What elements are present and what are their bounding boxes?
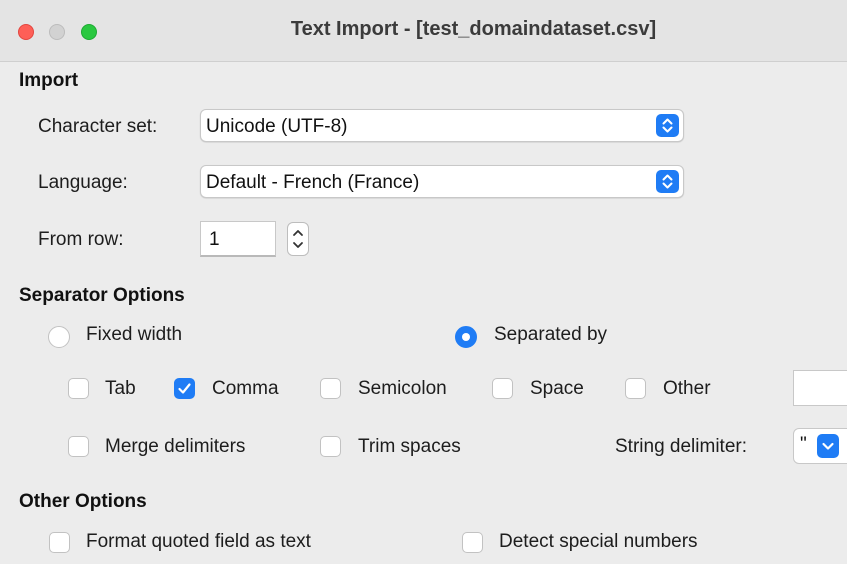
other-label[interactable]: Other [663, 378, 711, 400]
character-set-label: Character set: [38, 116, 158, 137]
fixed-width-radio[interactable] [48, 326, 70, 348]
trim-spaces-checkbox[interactable] [320, 436, 341, 457]
import-heading: Import [19, 70, 79, 91]
chevron-down-icon[interactable] [817, 434, 839, 458]
stepper-arrows-icon [293, 230, 303, 248]
semicolon-label[interactable]: Semicolon [358, 378, 447, 400]
from-row-value: 1 [209, 229, 220, 250]
semicolon-checkbox[interactable] [320, 378, 341, 399]
merge-delimiters-label[interactable]: Merge delimiters [105, 436, 245, 458]
tab-checkbox[interactable] [68, 378, 89, 399]
merge-delimiters-checkbox[interactable] [68, 436, 89, 457]
other-options-heading: Other Options [19, 491, 147, 512]
checkmark-icon [178, 383, 191, 394]
comma-checkbox[interactable] [174, 378, 195, 399]
from-row-stepper[interactable] [287, 222, 309, 256]
comma-label[interactable]: Comma [212, 378, 279, 400]
space-checkbox[interactable] [492, 378, 513, 399]
fixed-width-label[interactable]: Fixed width [86, 324, 182, 346]
select-updown-icon [656, 114, 679, 137]
minimize-window-button[interactable] [49, 24, 65, 40]
tab-label[interactable]: Tab [105, 378, 136, 400]
language-value: Default - French (France) [206, 172, 420, 193]
format-quoted-field-label[interactable]: Format quoted field as text [86, 531, 311, 553]
string-delimiter-label: String delimiter: [615, 436, 747, 457]
character-set-select[interactable]: Unicode (UTF-8) [200, 109, 684, 142]
text-import-dialog: Text Import - [test_domaindataset.csv] I… [0, 0, 847, 564]
language-select[interactable]: Default - French (France) [200, 165, 684, 198]
other-checkbox[interactable] [625, 378, 646, 399]
zoom-window-button[interactable] [81, 24, 97, 40]
string-delimiter-combo[interactable]: " [793, 428, 847, 464]
other-separator-input[interactable] [793, 370, 847, 406]
space-label[interactable]: Space [530, 378, 584, 400]
character-set-value: Unicode (UTF-8) [206, 116, 348, 137]
detect-special-numbers-checkbox[interactable] [462, 532, 483, 553]
separator-options-heading: Separator Options [19, 285, 185, 306]
from-row-label: From row: [38, 229, 124, 250]
detect-special-numbers-label[interactable]: Detect special numbers [499, 531, 698, 553]
separated-by-radio[interactable] [455, 326, 477, 348]
format-quoted-field-checkbox[interactable] [49, 532, 70, 553]
window-title: Text Import - [test_domaindataset.csv] [290, 18, 657, 40]
title-bar[interactable]: Text Import - [test_domaindataset.csv] [0, 0, 847, 62]
string-delimiter-value: " [800, 434, 807, 455]
from-row-input[interactable]: 1 [200, 221, 276, 257]
close-window-button[interactable] [18, 24, 34, 40]
trim-spaces-label[interactable]: Trim spaces [358, 436, 461, 458]
select-updown-icon [656, 170, 679, 193]
separated-by-label[interactable]: Separated by [494, 324, 607, 346]
language-label: Language: [38, 172, 128, 193]
